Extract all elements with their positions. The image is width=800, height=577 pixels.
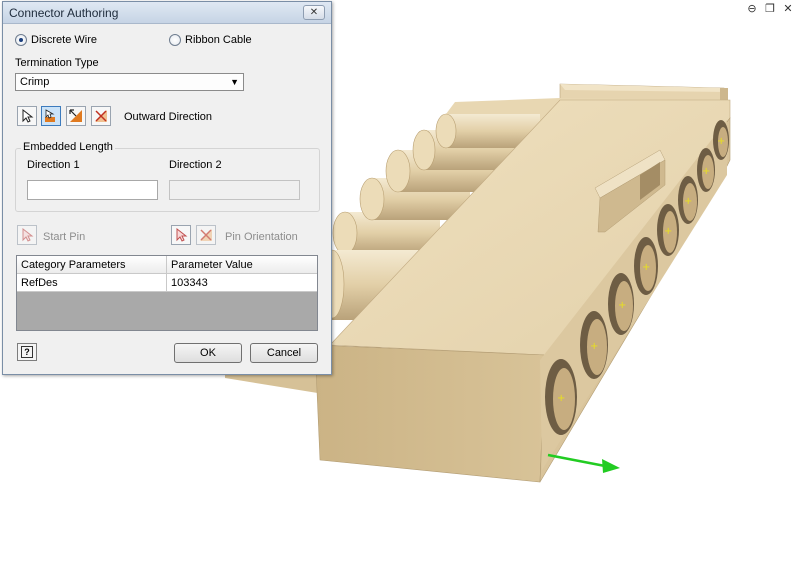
cancel-button[interactable]: Cancel	[250, 343, 318, 363]
termination-type-value: Crimp	[20, 76, 50, 88]
start-pin-cursor-icon	[22, 228, 34, 242]
svg-text:+: +	[664, 226, 672, 237]
close-icon: ✕	[309, 7, 319, 18]
start-pin-button[interactable]	[17, 225, 37, 245]
pin-orientation-clear-button[interactable]	[196, 225, 216, 245]
ribbon-cable-option[interactable]: Ribbon Cable	[169, 34, 252, 46]
clear-direction-button[interactable]	[91, 106, 111, 126]
ribbon-cable-label: Ribbon Cable	[185, 34, 252, 46]
pin-orientation-clear-icon	[200, 229, 212, 241]
clear-direction-icon	[95, 110, 107, 122]
close-button[interactable]: ✕	[303, 5, 325, 20]
connector-authoring-dialog: Connector Authoring ✕ Discrete Wire Ribb…	[2, 1, 332, 375]
dropdown-arrow-icon: ▼	[230, 77, 239, 87]
pin-orientation-cursor-icon	[176, 228, 188, 242]
pin-orientation-label: Pin Orientation	[225, 231, 298, 243]
restore-icon[interactable]: ❐	[764, 2, 776, 14]
cell-refdes-value: 103343	[171, 277, 208, 289]
close-viewport-icon[interactable]: ✕	[782, 2, 794, 14]
header-parameter-value: Parameter Value	[171, 259, 253, 271]
direction-2-input	[169, 180, 300, 200]
svg-text:+: +	[702, 166, 710, 177]
outward-direction-button[interactable]	[41, 106, 61, 126]
direction-1-label: Direction 1	[27, 159, 80, 171]
viewport-window-controls: ⊖ ❐ ✕	[746, 2, 794, 14]
select-direction-button[interactable]	[17, 106, 37, 126]
pin-orientation-select-button[interactable]	[171, 225, 191, 245]
outward-direction-icon	[45, 109, 55, 122]
flip-direction-icon	[69, 109, 82, 122]
header-category-parameters: Category Parameters	[21, 259, 126, 271]
svg-text:+: +	[618, 300, 626, 311]
discrete-wire-option[interactable]: Discrete Wire	[15, 34, 97, 46]
cursor-arrow-icon	[22, 109, 34, 123]
termination-type-dropdown[interactable]: Crimp ▼	[15, 73, 244, 91]
svg-text:+: +	[642, 262, 650, 273]
help-button[interactable]: ?	[17, 343, 37, 361]
outward-direction-label: Outward Direction	[124, 111, 213, 123]
table-header[interactable]: Parameter Value	[167, 256, 317, 274]
cell-refdes: RefDes	[21, 277, 58, 289]
svg-text:+: +	[557, 393, 565, 404]
direction-1-input[interactable]	[27, 180, 158, 200]
direction-2-label: Direction 2	[169, 159, 222, 171]
flip-direction-button[interactable]	[66, 106, 86, 126]
dialog-titlebar[interactable]: Connector Authoring ✕	[3, 2, 331, 24]
svg-text:+: +	[684, 196, 692, 207]
minimize-icon[interactable]: ⊖	[746, 2, 758, 14]
embedded-length-label: Embedded Length	[21, 141, 115, 153]
start-pin-label: Start Pin	[43, 231, 86, 243]
ok-label: OK	[200, 347, 216, 359]
parameters-table[interactable]: Category Parameters Parameter Value RefD…	[16, 255, 318, 331]
table-row[interactable]: 103343	[167, 274, 317, 292]
discrete-wire-radio[interactable]	[15, 34, 27, 46]
cancel-label: Cancel	[266, 347, 302, 359]
outward-direction-arrow[interactable]	[547, 453, 620, 473]
svg-text:+: +	[590, 341, 598, 352]
table-row[interactable]: RefDes	[17, 274, 167, 292]
ribbon-cable-radio[interactable]	[169, 34, 181, 46]
dialog-title: Connector Authoring	[9, 6, 119, 20]
discrete-wire-label: Discrete Wire	[31, 34, 98, 46]
help-icon: ?	[21, 346, 33, 358]
svg-text:+: +	[717, 136, 725, 147]
termination-type-label: Termination Type	[15, 57, 99, 69]
ok-button[interactable]: OK	[174, 343, 242, 363]
table-header[interactable]: Category Parameters	[17, 256, 167, 274]
